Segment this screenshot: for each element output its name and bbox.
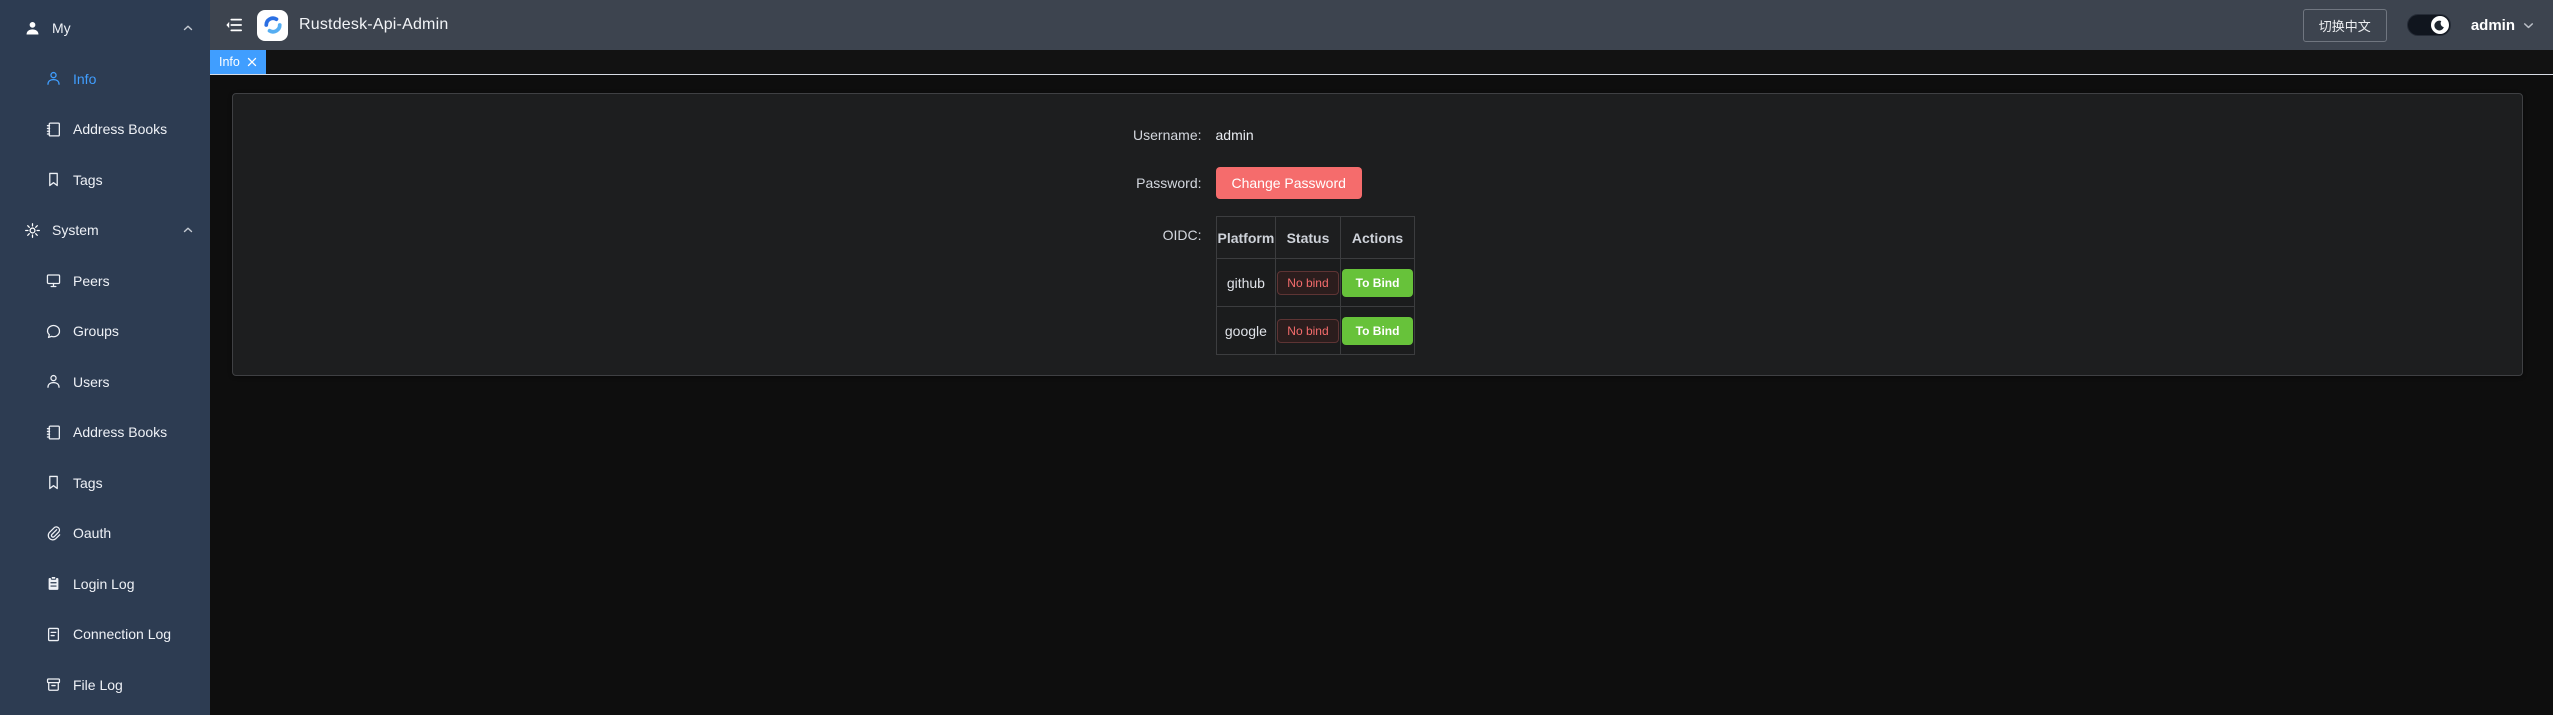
user-filled-icon — [24, 20, 41, 37]
to-bind-button-google[interactable]: To Bind — [1342, 317, 1414, 345]
user-dropdown[interactable]: admin — [2471, 17, 2535, 34]
sidebar-item-tags-system[interactable]: Tags — [0, 458, 210, 509]
chat-bubble-icon — [45, 323, 62, 340]
notebook-icon — [45, 121, 62, 138]
sidebar-group-label: System — [52, 222, 182, 238]
sidebar-item-tags-my[interactable]: Tags — [0, 155, 210, 206]
sidebar-item-label: Address Books — [73, 424, 194, 440]
clipboard-icon — [45, 575, 62, 592]
column-header-actions: Actions — [1340, 217, 1415, 259]
username-row: Username: admin — [1098, 119, 1658, 151]
sidebar-item-users[interactable]: Users — [0, 357, 210, 408]
password-row: Password: Change Password — [1098, 167, 1658, 199]
dark-mode-toggle[interactable] — [2407, 14, 2451, 36]
oidc-row: OIDC: Platform Status Actions github No … — [1098, 215, 1658, 355]
sidebar-item-label: Info — [73, 71, 194, 87]
sidebar-item-label: Address Books — [73, 121, 194, 137]
sidebar-group-my[interactable]: My — [0, 3, 210, 54]
chevron-up-icon — [182, 22, 194, 34]
sidebar-item-label: Tags — [73, 172, 194, 188]
to-bind-button-github[interactable]: To Bind — [1342, 269, 1414, 297]
column-header-status: Status — [1276, 217, 1340, 259]
top-navbar: Rustdesk-Api-Admin 切换中文 admin — [210, 0, 2553, 50]
switch-language-button[interactable]: 切换中文 — [2303, 9, 2387, 42]
monitor-icon — [45, 272, 62, 289]
document-icon — [45, 626, 62, 643]
sidebar-item-address-books-system[interactable]: Address Books — [0, 407, 210, 458]
notebook-icon — [45, 424, 62, 441]
chevron-up-icon — [182, 224, 194, 236]
username-label: Username: — [1098, 119, 1216, 151]
sidebar-item-address-books-my[interactable]: Address Books — [0, 104, 210, 155]
password-label: Password: — [1098, 167, 1216, 199]
sidebar-item-label: Peers — [73, 273, 194, 289]
sidebar-item-label: File Log — [73, 677, 194, 693]
user-icon — [45, 373, 62, 390]
moon-icon — [2433, 19, 2446, 32]
table-row-google: google No bind To Bind — [1216, 307, 1415, 355]
tab-info[interactable]: Info — [210, 50, 266, 74]
sidebar-item-file-log[interactable]: File Log — [0, 660, 210, 711]
bookmark-icon — [45, 474, 62, 491]
sidebar-item-label: Users — [73, 374, 194, 390]
info-card: Username: admin Password: Change Passwor… — [232, 93, 2523, 376]
sidebar-item-peers[interactable]: Peers — [0, 256, 210, 307]
bookmark-icon — [45, 171, 62, 188]
sidebar-item-label: Login Log — [73, 576, 194, 592]
user-name: admin — [2471, 17, 2515, 34]
sidebar-item-label: Oauth — [73, 525, 194, 541]
sidebar-item-groups[interactable]: Groups — [0, 306, 210, 357]
table-header-row: Platform Status Actions — [1216, 217, 1415, 259]
gear-icon — [24, 222, 41, 239]
sidebar-item-label: Tags — [73, 475, 194, 491]
oidc-table: Platform Status Actions github No bind T… — [1216, 216, 1416, 355]
paperclip-icon — [45, 525, 62, 542]
sidebar: My Info Address Books Tags System — [0, 0, 210, 715]
sidebar-item-label: Connection Log — [73, 626, 194, 642]
sidebar-item-info[interactable]: Info — [0, 54, 210, 105]
toggle-knob — [2431, 16, 2449, 34]
chevron-down-icon — [2522, 19, 2535, 32]
sidebar-group-system[interactable]: System — [0, 205, 210, 256]
status-badge: No bind — [1277, 271, 1338, 295]
sidebar-item-login-log[interactable]: Login Log — [0, 559, 210, 610]
sidebar-item-label: Groups — [73, 323, 194, 339]
table-row-github: github No bind To Bind — [1216, 259, 1415, 307]
archive-icon — [45, 676, 62, 693]
oidc-label: OIDC: — [1098, 215, 1216, 255]
menu-fold-icon[interactable] — [225, 17, 243, 33]
sidebar-item-oauth[interactable]: Oauth — [0, 508, 210, 559]
tab-label: Info — [219, 55, 240, 69]
platform-cell: google — [1216, 307, 1276, 355]
user-info-form: Username: admin Password: Change Passwor… — [1098, 119, 1658, 355]
app-title: Rustdesk-Api-Admin — [299, 16, 448, 34]
change-password-button[interactable]: Change Password — [1216, 167, 1362, 199]
tags-view-bar: Info — [210, 50, 2553, 75]
platform-cell: github — [1216, 259, 1276, 307]
sidebar-item-connection-log[interactable]: Connection Log — [0, 609, 210, 660]
status-badge: No bind — [1277, 319, 1338, 343]
username-value: admin — [1216, 119, 1254, 151]
user-icon — [45, 70, 62, 87]
sidebar-group-label: My — [52, 20, 182, 36]
rustdesk-logo — [257, 10, 288, 41]
column-header-platform: Platform — [1216, 217, 1276, 259]
main-content: Username: admin Password: Change Passwor… — [210, 75, 2553, 715]
close-icon[interactable] — [247, 57, 257, 67]
